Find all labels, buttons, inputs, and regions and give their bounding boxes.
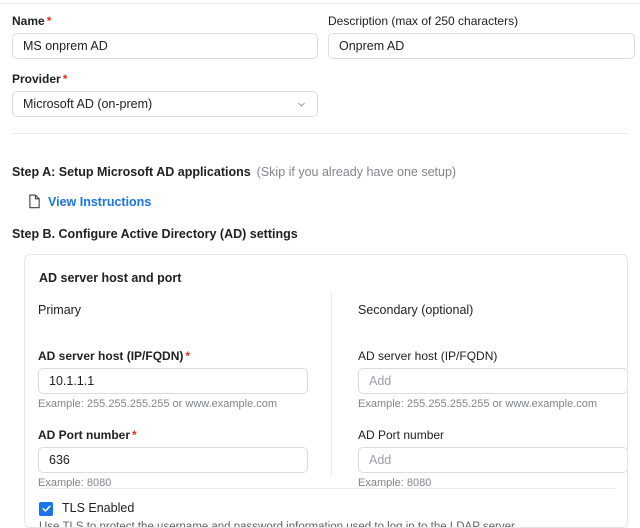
secondary-port-group: AD Port number Add Example: 8080 — [358, 428, 628, 490]
primary-host-required-marker: * — [185, 349, 190, 363]
primary-port-label-text: AD Port number — [38, 428, 130, 442]
provider-label: Provider* — [12, 72, 318, 86]
name-label: Name* — [12, 14, 318, 28]
secondary-heading: Secondary (optional) — [358, 303, 628, 318]
tls-enabled-checkbox[interactable] — [39, 502, 53, 516]
provider-required-marker: * — [63, 72, 68, 86]
primary-port-input[interactable]: 636 — [38, 447, 308, 473]
checkmark-icon — [41, 503, 52, 514]
secondary-host-label: AD server host (IP/FQDN) — [358, 349, 628, 363]
name-label-text: Name — [12, 14, 45, 28]
view-instructions-label: View Instructions — [48, 195, 151, 209]
provider-label-text: Provider — [12, 72, 61, 86]
ad-connection-settings-page: Name* MS onprem AD Description (max of 2… — [0, 0, 640, 528]
secondary-host-group: AD server host (IP/FQDN) Add Example: 25… — [358, 349, 628, 411]
primary-port-required-marker: * — [132, 428, 137, 442]
primary-heading: Primary — [38, 303, 308, 318]
document-icon — [28, 194, 41, 209]
primary-host-input[interactable]: 10.1.1.1 — [38, 368, 308, 394]
name-required-marker: * — [47, 14, 52, 28]
secondary-host-example: Example: 255.255.255.255 or www.example.… — [358, 398, 628, 411]
card-title: AD server host and port — [39, 271, 181, 285]
primary-port-label: AD Port number* — [38, 428, 308, 442]
secondary-port-label: AD Port number — [358, 428, 628, 442]
chevron-down-icon — [296, 99, 307, 110]
section-divider — [12, 133, 628, 134]
top-divider — [0, 3, 640, 4]
tls-enabled-description: Use TLS to protect the username and pass… — [39, 520, 515, 528]
name-input[interactable]: MS onprem AD — [12, 33, 318, 59]
step-a-title: Step A: Setup Microsoft AD applications — [12, 165, 251, 179]
view-instructions-link[interactable]: View Instructions — [28, 194, 151, 209]
step-b-row: Step B. Configure Active Directory (AD) … — [12, 226, 298, 242]
description-field-group: Description (max of 250 characters) Onpr… — [328, 14, 635, 59]
name-field-group: Name* MS onprem AD — [12, 14, 318, 59]
step-a-hint: (Skip if you already have one setup) — [257, 165, 456, 179]
primary-host-label-text: AD server host (IP/FQDN) — [38, 349, 183, 363]
primary-port-group: AD Port number* 636 Example: 8080 — [38, 428, 308, 490]
primary-host-example: Example: 255.255.255.255 or www.example.… — [38, 398, 308, 411]
primary-column: Primary AD server host (IP/FQDN)* 10.1.1… — [38, 303, 308, 507]
column-divider — [331, 291, 332, 477]
secondary-column: Secondary (optional) AD server host (IP/… — [358, 303, 628, 507]
provider-field-group: Provider* Microsoft AD (on-prem) — [12, 72, 318, 117]
ad-server-host-and-port-card: AD server host and port Primary AD serve… — [24, 254, 628, 528]
primary-host-label: AD server host (IP/FQDN)* — [38, 349, 308, 363]
card-inner-divider — [39, 488, 615, 489]
secondary-host-input[interactable]: Add — [358, 368, 628, 394]
provider-select-value: Microsoft AD (on-prem) — [23, 97, 152, 111]
step-a-row: Step A: Setup Microsoft AD applications (… — [12, 164, 456, 180]
provider-select[interactable]: Microsoft AD (on-prem) — [12, 91, 318, 117]
description-label: Description (max of 250 characters) — [328, 14, 635, 28]
secondary-port-input[interactable]: Add — [358, 447, 628, 473]
description-input[interactable]: Onprem AD — [328, 33, 635, 59]
primary-host-group: AD server host (IP/FQDN)* 10.1.1.1 Examp… — [38, 349, 308, 411]
tls-enabled-label: TLS Enabled — [62, 501, 134, 516]
step-b-title: Step B. Configure Active Directory (AD) … — [12, 227, 298, 241]
tls-enabled-row[interactable]: TLS Enabled — [39, 501, 134, 516]
